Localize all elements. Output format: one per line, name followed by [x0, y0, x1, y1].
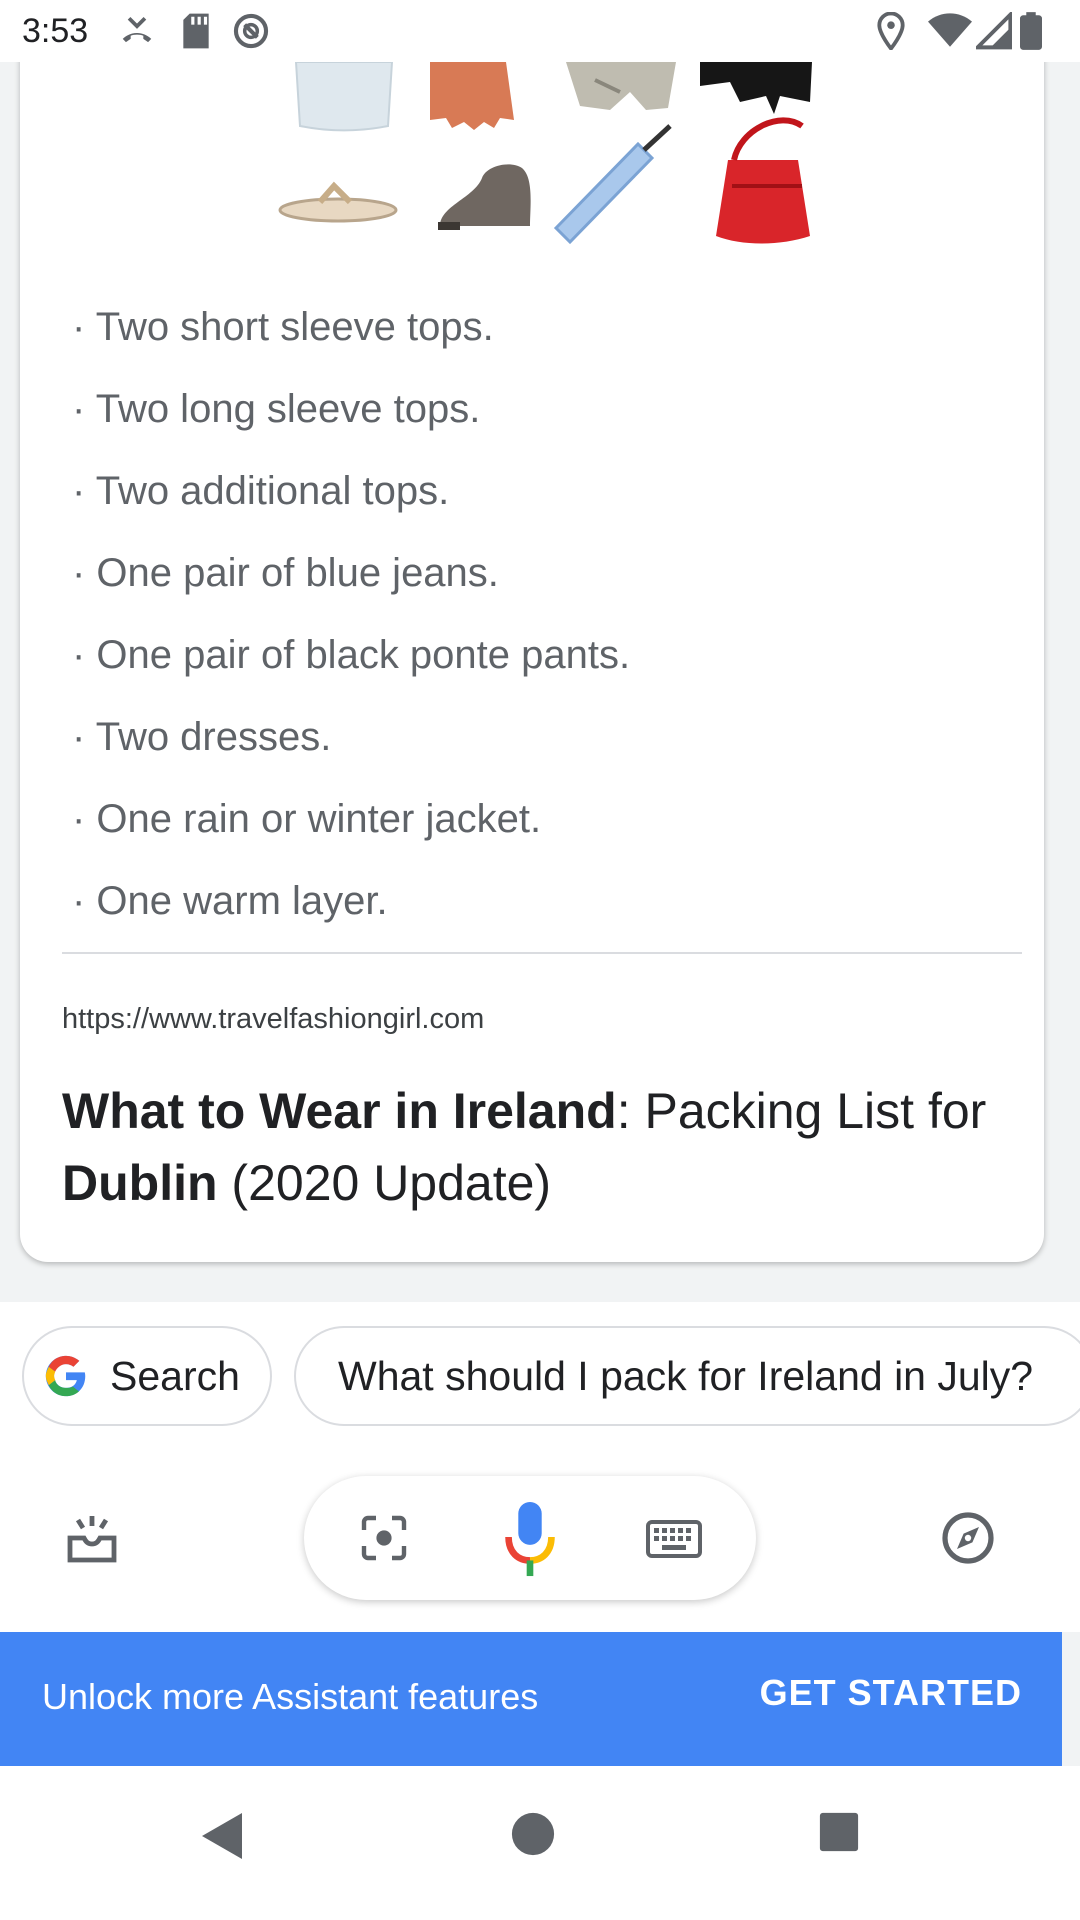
tank-top-icon	[294, 61, 394, 132]
list-item: · Two short sleeve tops.	[72, 305, 494, 349]
battery-icon	[1020, 12, 1042, 50]
microphone-icon[interactable]	[504, 1500, 556, 1578]
title-bold-part: Dublin	[62, 1155, 218, 1211]
lens-icon[interactable]	[360, 1514, 408, 1562]
divider	[62, 952, 1022, 954]
navigation-bar	[0, 1766, 1080, 1920]
search-chip-label: Search	[110, 1352, 240, 1399]
list-item: · One pair of blue jeans.	[72, 551, 499, 595]
keyboard-icon[interactable]	[646, 1520, 702, 1558]
result-title-link[interactable]: What to Wear in Ireland: Packing List fo…	[62, 1075, 1022, 1219]
location-icon	[877, 12, 905, 50]
result-card[interactable]: · Two short sleeve tops. · Two long slee…	[20, 0, 1044, 1262]
title-plain-part: (2020 Update)	[217, 1155, 552, 1211]
do-not-disturb-icon	[233, 13, 269, 49]
ankle-boot-icon	[438, 164, 531, 230]
umbrella-icon	[553, 124, 672, 245]
back-icon[interactable]	[200, 1811, 246, 1861]
list-item: · One pair of black ponte pants.	[72, 633, 631, 677]
leather-jacket-icon	[700, 62, 812, 114]
sd-card-icon	[183, 13, 209, 49]
sandal-icon	[278, 181, 398, 223]
query-suggestion-chip[interactable]: What should I pack for Ireland in July?	[294, 1326, 1080, 1426]
list-item: · One warm layer.	[72, 879, 388, 923]
assistant-panel: Search What should I pack for Ireland in…	[0, 1302, 1080, 1632]
wifi-icon	[928, 13, 972, 47]
status-bar: 3:53	[0, 0, 1080, 62]
list-item: · Two long sleeve tops.	[72, 387, 481, 431]
home-icon[interactable]	[510, 1811, 556, 1857]
list-item: · Two dresses.	[72, 715, 332, 759]
assistant-promo-banner: Unlock more Assistant features GET START…	[0, 1632, 1062, 1766]
get-started-button[interactable]: GET STARTED	[760, 1672, 1022, 1714]
missed-call-icon	[122, 16, 152, 43]
status-time: 3:53	[22, 12, 89, 50]
skirt-icon	[430, 62, 514, 130]
title-plain-part: : Packing List for	[616, 1083, 987, 1139]
packing-list: · Two short sleeve tops. · Two long slee…	[72, 305, 630, 961]
search-chip[interactable]: Search	[22, 1326, 272, 1426]
cellular-signal-icon	[976, 12, 1012, 50]
input-toolbar	[304, 1476, 756, 1600]
list-item: · Two additional tops.	[72, 469, 450, 513]
trench-coat-icon	[566, 62, 676, 110]
title-bold-part: What to Wear in Ireland	[62, 1083, 617, 1139]
crossbody-bag-icon	[716, 117, 810, 244]
promo-text: Unlock more Assistant features	[42, 1676, 539, 1717]
list-item: · One rain or winter jacket.	[72, 797, 542, 841]
updates-tray-icon[interactable]	[64, 1510, 120, 1566]
recents-icon[interactable]	[818, 1811, 860, 1853]
source-url[interactable]: https://www.travelfashiongirl.com	[62, 1003, 484, 1036]
google-g-icon	[45, 1355, 86, 1397]
explore-compass-icon[interactable]	[940, 1510, 996, 1566]
query-chip-label: What should I pack for Ireland in July?	[338, 1352, 1034, 1399]
